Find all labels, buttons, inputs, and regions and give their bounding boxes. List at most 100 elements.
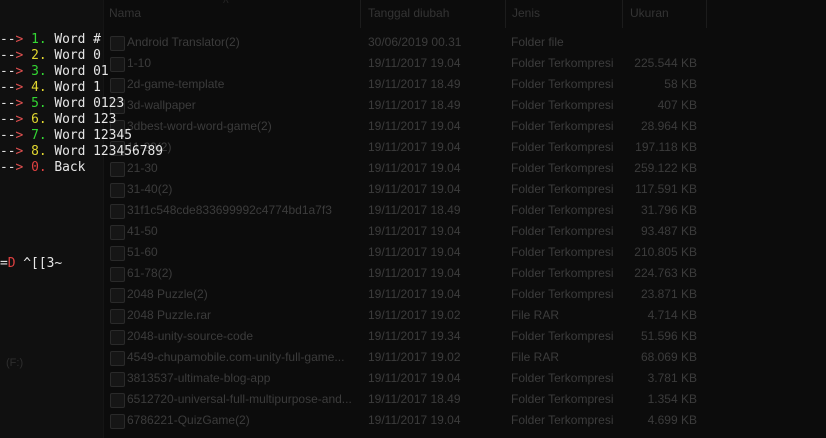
- arrow-head: >: [15, 96, 24, 111]
- file-date: 19/11/2017 19.02: [368, 350, 461, 364]
- file-size: 407 KB: [657, 98, 697, 112]
- file-row[interactable]: 31f1c548cde833699992c4774bd1a7f3 19/11/20…: [104, 200, 826, 221]
- prompt-symbol: =: [0, 256, 8, 271]
- file-date: 19/11/2017 18.49: [368, 77, 461, 91]
- file-date: 19/11/2017 19.04: [368, 224, 461, 238]
- file-row[interactable]: 21-30 19/11/2017 19.04 Folder Terkompresi 2…: [104, 158, 826, 179]
- menu-option-number: 2.: [31, 48, 47, 63]
- file-date: 19/11/2017 19.04: [368, 413, 461, 427]
- file-size: 210.805 KB: [634, 245, 697, 259]
- menu-option-label: Word 0: [54, 48, 101, 63]
- file-type: Folder Terkompresi: [511, 287, 614, 301]
- file-row[interactable]: 3d-wallpaper 19/11/2017 18.49 Folder Terko…: [104, 95, 826, 116]
- archive-icon: [110, 393, 125, 408]
- arrow-head: >: [15, 128, 24, 143]
- menu-option-label: Word 123456789: [54, 144, 164, 159]
- nav-item-drive: (F:): [6, 357, 24, 369]
- file-type: Folder Terkompresi: [511, 119, 614, 133]
- menu-option-label: Word 1: [54, 80, 101, 95]
- file-row[interactable]: 61-78(2) 19/11/2017 19.04 Folder Terkompre…: [104, 263, 826, 284]
- file-date: 19/11/2017 19.34: [368, 329, 461, 343]
- menu-option-label: Word #: [54, 32, 101, 47]
- menu-option: --> 5. Word 0123: [0, 96, 163, 112]
- file-type: File RAR: [511, 308, 560, 322]
- menu-option: --> 4. Word 1: [0, 80, 163, 96]
- file-size: 58 KB: [664, 77, 697, 91]
- file-row[interactable]: 11-20(2) 19/11/2017 19.04 Folder Terkompre…: [104, 137, 826, 158]
- arrow-prefix: --: [0, 128, 16, 143]
- terminal-output: --> 1. Word # --> 2. Word 0 --> 3. Word 01…: [0, 0, 163, 288]
- menu-option: --> 1. Word #: [0, 32, 163, 48]
- file-row[interactable]: 41-50 19/11/2017 19.04 Folder Terkompresi 9…: [104, 221, 826, 242]
- arrow-head: >: [15, 32, 24, 47]
- file-name: 6786221-QuizGame(2): [127, 413, 250, 427]
- file-row[interactable]: 1-10 19/11/2017 19.04 Folder Terkompresi 22…: [104, 53, 826, 74]
- archive-icon: [110, 330, 125, 345]
- arrow-head: >: [15, 80, 24, 95]
- menu-option-number: 7.: [31, 128, 47, 143]
- menu-option: --> 7. Word 12345: [0, 128, 163, 144]
- menu-option-label: Word 0123: [54, 96, 125, 111]
- file-row[interactable]: 3dbest-word-word-game(2) 19/11/2017 19.04…: [104, 116, 826, 137]
- file-date: 19/11/2017 18.49: [368, 392, 461, 406]
- prompt-input-text: ^[[3~: [15, 256, 63, 271]
- file-date: 19/11/2017 19.04: [368, 56, 461, 70]
- file-type: Folder Terkompresi: [511, 77, 614, 91]
- file-size: 68.069 KB: [640, 350, 697, 364]
- arrow-prefix: --: [0, 48, 16, 63]
- archive-icon: [110, 288, 125, 303]
- file-type: Folder Terkompresi: [511, 371, 614, 385]
- column-sort-icon: ^: [223, 0, 229, 10]
- column-separator: [505, 0, 506, 28]
- file-size: 4.699 KB: [647, 413, 697, 427]
- menu-option: --> 2. Word 0: [0, 48, 163, 64]
- column-header-size: Ukuran: [630, 6, 669, 20]
- file-row[interactable]: Android Translator(2) 30/06/2019 00.31 Fol…: [104, 32, 826, 53]
- file-type: Folder Terkompresi: [511, 182, 614, 196]
- file-size: 31.796 KB: [640, 203, 697, 217]
- file-type: Folder Terkompresi: [511, 329, 614, 343]
- file-row[interactable]: 4549-chupamobile.com-unity-full-game... 1…: [104, 347, 826, 368]
- file-row[interactable]: 2048 Puzzle(2) 19/11/2017 19.04 Folder Ter…: [104, 284, 826, 305]
- file-row[interactable]: 3813537-ultimate-blog-app 19/11/2017 19.0…: [104, 368, 826, 389]
- file-row[interactable]: 6512720-universal-full-multipurpose-and.…: [104, 389, 826, 410]
- file-size: 224.763 KB: [634, 266, 697, 280]
- file-row[interactable]: 51-60 19/11/2017 19.04 Folder Terkompresi 2…: [104, 242, 826, 263]
- arrow-prefix: --: [0, 160, 16, 175]
- file-row[interactable]: 31-40(2) 19/11/2017 19.04 Folder Terkompre…: [104, 179, 826, 200]
- file-size: 225.544 KB: [634, 56, 697, 70]
- file-row[interactable]: 2d-game-template 19/11/2017 18.49 Folder T…: [104, 74, 826, 95]
- file-date: 19/11/2017 19.04: [368, 161, 461, 175]
- archive-icon: [110, 414, 125, 429]
- file-row[interactable]: 6786221-QuizGame(2) 19/11/2017 19.04 Folde…: [104, 410, 826, 431]
- file-type: Folder Terkompresi: [511, 56, 614, 70]
- file-date: 19/11/2017 19.04: [368, 182, 461, 196]
- file-size: 1.354 KB: [647, 392, 697, 406]
- menu-option-number: 4.: [31, 80, 47, 95]
- file-date: 19/11/2017 19.02: [368, 308, 461, 322]
- arrow-prefix: --: [0, 96, 16, 111]
- file-size: 259.122 KB: [634, 161, 697, 175]
- file-name: 3813537-ultimate-blog-app: [127, 371, 271, 385]
- file-type: Folder Terkompresi: [511, 140, 614, 154]
- file-date: 19/11/2017 19.04: [368, 287, 461, 301]
- menu-option: --> 3. Word 01: [0, 64, 163, 80]
- arrow-head: >: [15, 160, 24, 175]
- command-prompt-line[interactable]: =D ^[[3~: [0, 256, 163, 272]
- file-date: 19/11/2017 19.04: [368, 119, 461, 133]
- menu-option-label: Word 12345: [54, 128, 132, 143]
- menu-option-label: Word 01: [54, 64, 109, 79]
- menu-option-number: 8.: [31, 144, 47, 159]
- file-type: Folder Terkompresi: [511, 266, 614, 280]
- arrow-head: >: [15, 48, 24, 63]
- menu-option-number: 0.: [31, 160, 47, 175]
- file-date: 19/11/2017 19.04: [368, 140, 461, 154]
- menu-option-number: 6.: [31, 112, 47, 127]
- arrow-prefix: --: [0, 112, 16, 127]
- file-row[interactable]: 2048-unity-source-code 19/11/2017 19.34 Fo…: [104, 326, 826, 347]
- file-name: 2048 Puzzle(2): [127, 287, 208, 301]
- file-type: Folder Terkompresi: [511, 98, 614, 112]
- file-row[interactable]: 2048 Puzzle.rar 19/11/2017 19.02 File RAR 4…: [104, 305, 826, 326]
- menu-option: --> 0. Back: [0, 160, 163, 176]
